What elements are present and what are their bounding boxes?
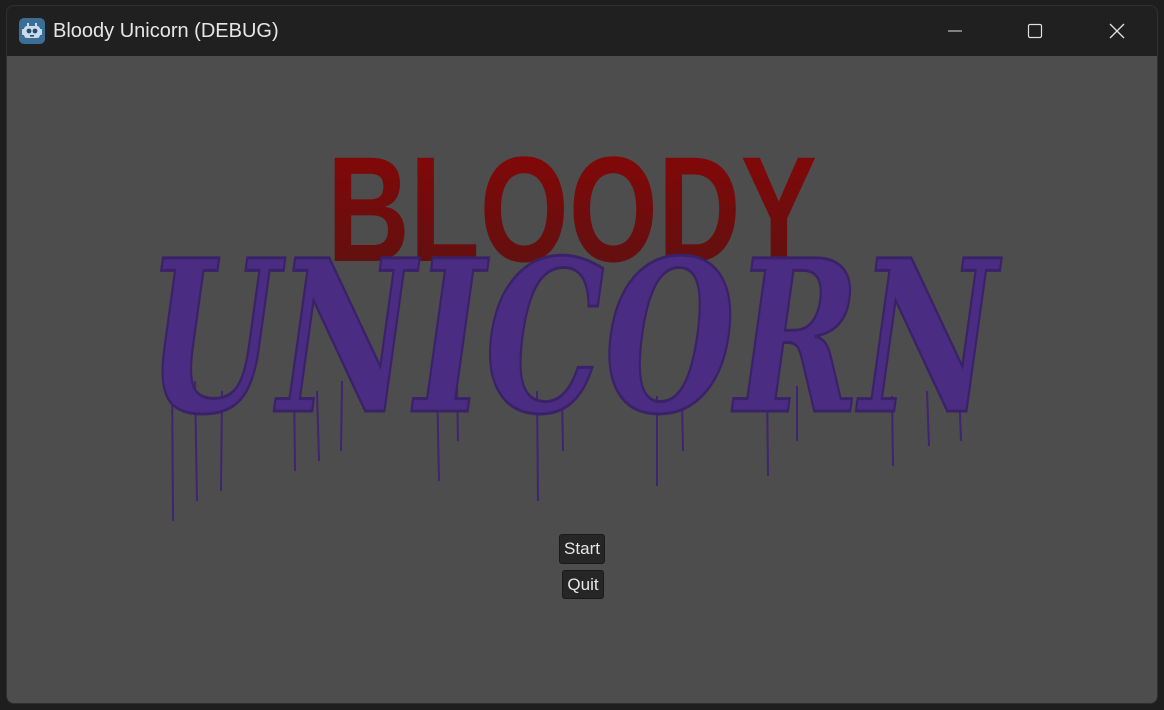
maximize-icon xyxy=(1027,23,1043,39)
close-button[interactable] xyxy=(1077,6,1157,56)
window-title: Bloody Unicorn (DEBUG) xyxy=(53,19,279,42)
quit-button[interactable]: Quit xyxy=(562,570,604,599)
game-logo: BLOODY UNICORN xyxy=(146,125,1004,522)
start-button[interactable]: Start xyxy=(559,534,605,564)
game-window: Bloody Unicorn (DEBUG) BLOODY UNICORN St… xyxy=(6,5,1158,704)
title-bar[interactable]: Bloody Unicorn (DEBUG) xyxy=(7,6,1157,56)
logo-unicorn-text: UNICORN xyxy=(147,214,1002,461)
game-viewport: BLOODY UNICORN Start Quit xyxy=(7,56,1157,703)
minimize-icon xyxy=(948,30,962,32)
minimize-button[interactable] xyxy=(915,6,995,56)
godot-robot-icon xyxy=(19,18,45,44)
maximize-button[interactable] xyxy=(995,6,1075,56)
close-icon xyxy=(1109,23,1125,39)
